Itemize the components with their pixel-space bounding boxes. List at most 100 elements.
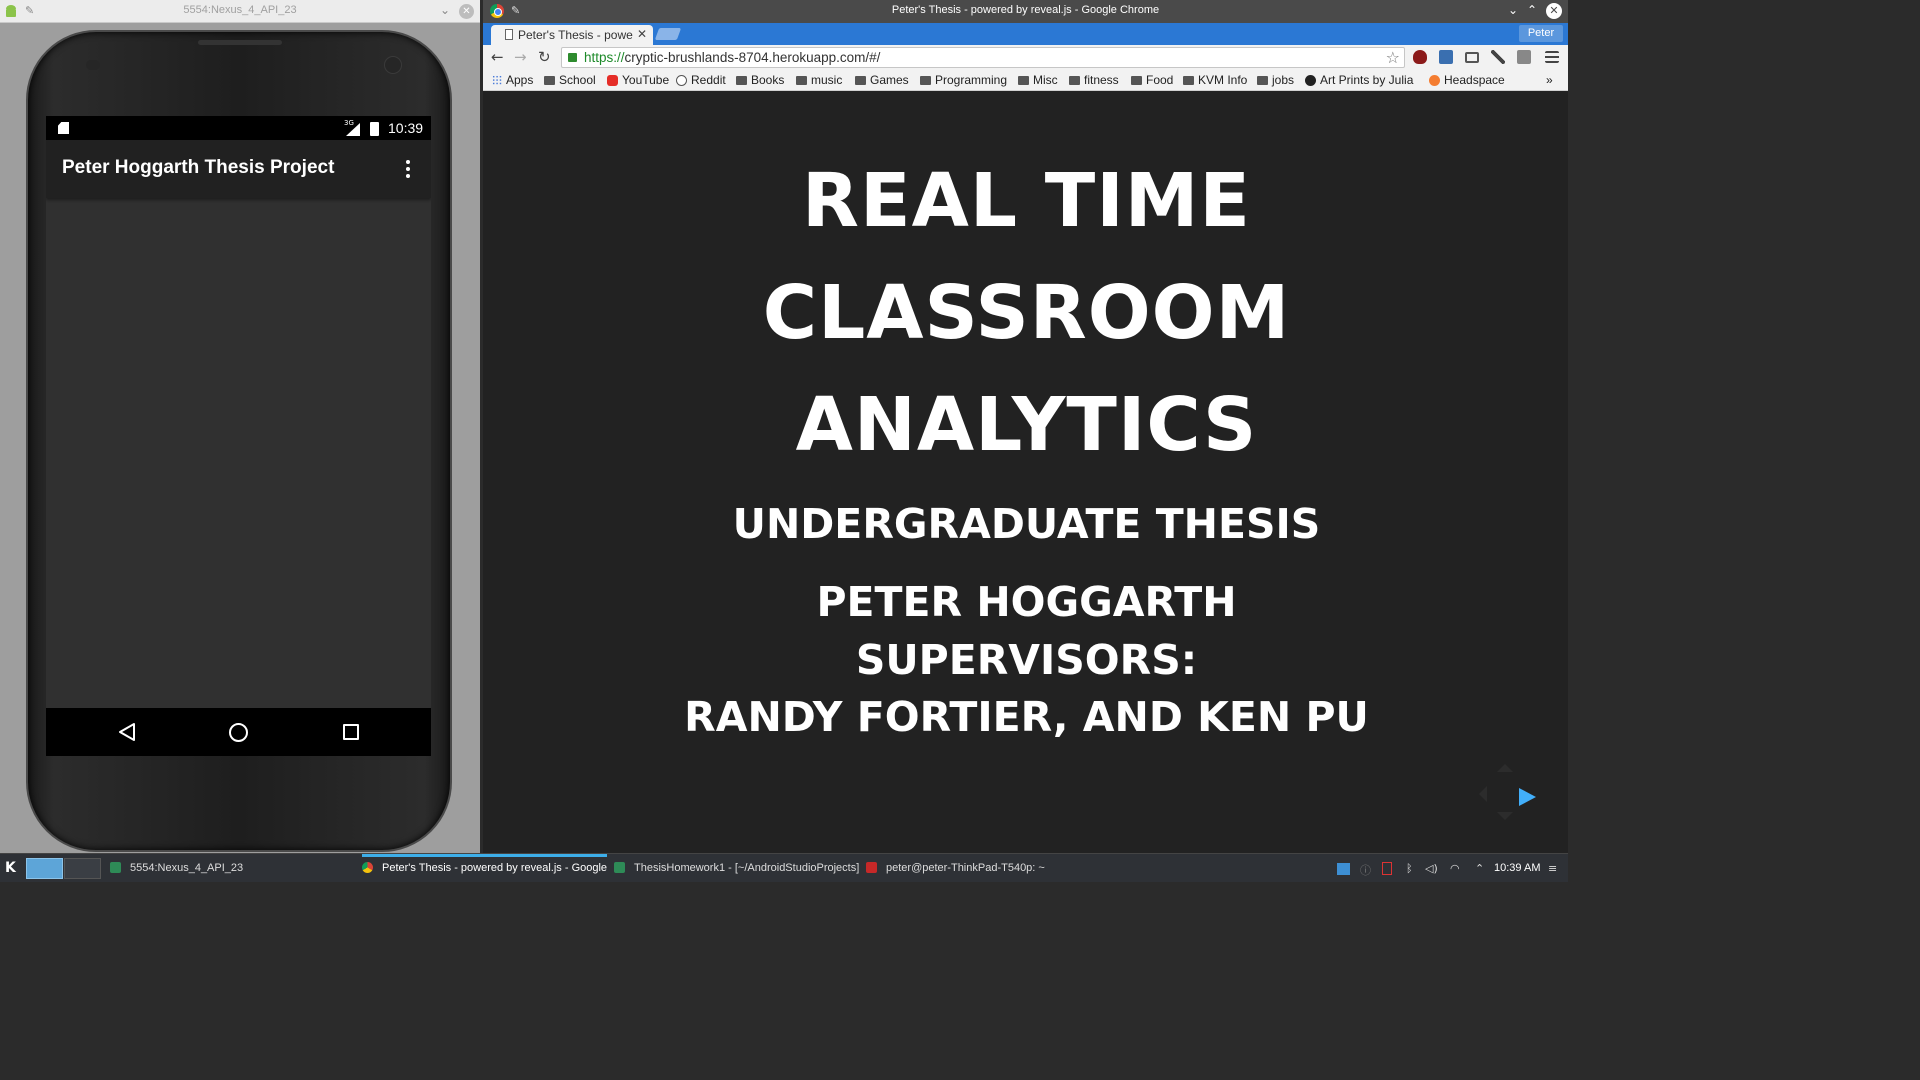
site-icon xyxy=(1305,75,1316,86)
bookmark-jobs[interactable]: jobs xyxy=(1257,73,1294,87)
task-chrome[interactable]: Peter's Thesis - powered by reveal.js - … xyxy=(362,854,607,883)
css-extension-icon[interactable] xyxy=(1517,50,1531,64)
bookmark-label: Games xyxy=(870,73,909,87)
bookmark-school[interactable]: School xyxy=(544,73,596,87)
bookmark-label: Food xyxy=(1146,73,1174,87)
url-text: https://cryptic-brushlands-8704.herokuap… xyxy=(584,50,880,65)
bookmark-food[interactable]: Food xyxy=(1131,73,1173,87)
minimize-icon[interactable]: ⌄ xyxy=(1508,3,1518,17)
virtual-desktop-1[interactable] xyxy=(26,858,63,879)
emulator-close-button[interactable]: ✕ xyxy=(459,4,474,19)
chevron-down-icon[interactable]: ⌄ xyxy=(440,3,450,17)
chrome-window-title: Peter's Thesis - powered by reveal.js - … xyxy=(891,4,1160,16)
task-android-studio[interactable]: ThesisHomework1 - [~/AndroidStudioProjec… xyxy=(614,854,859,883)
phone-sensor xyxy=(86,60,100,70)
bluetooth-icon[interactable]: ᛒ xyxy=(1406,862,1413,875)
left-arrow-icon[interactable] xyxy=(1471,786,1487,802)
back-arrow-icon[interactable]: ← xyxy=(491,48,504,66)
bookmark-games[interactable]: Games xyxy=(855,73,909,87)
overflow-menu-icon[interactable] xyxy=(403,160,413,180)
url-host: cryptic-brushlands-8704.herokuapp.com/#/ xyxy=(624,50,881,65)
tab-close-icon[interactable]: ✕ xyxy=(637,27,647,41)
bookmark-label: music xyxy=(811,73,843,87)
slide-controls xyxy=(1475,762,1536,822)
bookmark-reddit[interactable]: Reddit xyxy=(676,73,726,87)
slide-title-line-2: CLASSROOM xyxy=(762,270,1291,356)
app-title: Peter Hoggarth Thesis Project xyxy=(62,157,335,178)
bookmark-fitness[interactable]: fitness xyxy=(1069,73,1119,87)
lock-icon xyxy=(568,53,577,62)
profile-button[interactable]: Peter xyxy=(1519,25,1563,42)
folder-icon xyxy=(1183,76,1194,85)
bookmark-star-icon[interactable]: ☆ xyxy=(1386,48,1400,67)
eyedropper-icon[interactable] xyxy=(1491,50,1505,64)
youtube-icon xyxy=(607,75,618,86)
emulator-window-title: 5554:Nexus_4_API_23 xyxy=(183,4,297,16)
slide-title-line-1: REAL TIME xyxy=(802,158,1251,244)
slide-supervisors-label: SUPERVISORS: xyxy=(855,636,1198,684)
extension-icon[interactable] xyxy=(1439,50,1453,64)
battery-tray-icon[interactable] xyxy=(1382,862,1392,875)
bookmark-youtube[interactable]: YouTube xyxy=(607,73,669,87)
task-label: ThesisHomework1 - [~/AndroidStudioProjec… xyxy=(634,862,859,874)
tray-expand-icon[interactable]: ⌃ xyxy=(1475,862,1484,875)
phone-screen[interactable]: 3G 10:39 Peter Hoggarth Thesis Project xyxy=(46,116,431,756)
bookmark-label: jobs xyxy=(1272,73,1295,87)
presentation-slide[interactable]: REAL TIME CLASSROOM ANALYTICS UNDERGRADU… xyxy=(485,92,1568,853)
forward-arrow-icon[interactable]: → xyxy=(514,48,527,66)
bookmark-music[interactable]: music xyxy=(796,73,842,87)
new-tab-button[interactable] xyxy=(654,28,682,40)
tab-thesis[interactable]: Peter's Thesis - powered by reveal.js ✕ xyxy=(491,25,653,45)
next-slide-arrow-icon[interactable] xyxy=(1519,788,1536,806)
slide-author: PETER HOGGARTH xyxy=(816,578,1237,626)
reload-icon[interactable]: ↻ xyxy=(538,48,551,66)
ublock-icon[interactable] xyxy=(1413,50,1427,64)
menu-icon[interactable] xyxy=(1545,51,1559,63)
taskbar-menu-icon[interactable]: ≡ xyxy=(1548,862,1557,875)
slide-supervisors: RANDY FORTIER, AND KEN PU xyxy=(684,693,1369,741)
bookmarks-overflow-button[interactable]: » xyxy=(1546,73,1553,87)
terminal-task-icon xyxy=(866,862,877,873)
bookmark-art-prints[interactable]: Art Prints by Julia xyxy=(1305,73,1417,87)
emulator-titlebar[interactable]: ✎ 5554:Nexus_4_API_23 ⌄ ✕ xyxy=(0,0,480,23)
task-emulator[interactable]: 5554:Nexus_4_API_23 xyxy=(110,854,355,883)
bookmark-label: Misc xyxy=(1033,73,1058,87)
bookmark-apps[interactable]: Apps xyxy=(492,73,533,87)
bookmark-programming[interactable]: Programming xyxy=(920,73,1007,87)
battery-icon xyxy=(370,122,379,136)
chrome-titlebar[interactable]: ✎ Peter's Thesis - powered by reveal.js … xyxy=(483,0,1568,23)
bookmark-label: Art Prints by Julia xyxy=(1320,73,1414,87)
chrome-task-icon xyxy=(362,862,373,873)
volume-icon[interactable]: ◁) xyxy=(1425,862,1438,875)
maximize-icon[interactable]: ⌃ xyxy=(1527,3,1537,17)
folder-icon xyxy=(1257,76,1268,85)
bookmark-label: School xyxy=(559,73,596,87)
phone-camera xyxy=(384,56,402,74)
taskbar-clock[interactable]: 10:39 AM xyxy=(1494,862,1540,874)
task-terminal[interactable]: peter@peter-ThinkPad-T540p: ~ xyxy=(866,854,1111,883)
bookmark-books[interactable]: Books xyxy=(736,73,784,87)
bookmark-misc[interactable]: Misc xyxy=(1018,73,1058,87)
chrome-close-button[interactable]: ✕ xyxy=(1546,3,1562,19)
up-arrow-icon[interactable] xyxy=(1497,756,1513,772)
home-icon[interactable] xyxy=(229,723,248,742)
bookmark-label: Apps xyxy=(506,73,534,87)
address-bar[interactable]: https://cryptic-brushlands-8704.herokuap… xyxy=(561,47,1405,68)
emulator-window: ✎ 5554:Nexus_4_API_23 ⌄ ✕ 3G 10:39 Peter… xyxy=(0,0,480,853)
folder-icon xyxy=(855,76,866,85)
back-icon[interactable] xyxy=(118,722,136,742)
recents-icon[interactable] xyxy=(343,724,359,740)
down-arrow-icon[interactable] xyxy=(1497,812,1513,828)
tab-label: Peter's Thesis - powered by reveal.js xyxy=(518,28,633,42)
wifi-icon[interactable]: ◠ xyxy=(1450,862,1460,875)
notes-tray-icon[interactable] xyxy=(1337,863,1350,875)
apps-grid-icon xyxy=(492,75,502,85)
bookmark-headspace[interactable]: Headspace xyxy=(1429,73,1505,87)
bookmark-kvm-info[interactable]: KVM Info xyxy=(1183,73,1247,87)
info-tray-icon[interactable]: ⓘ xyxy=(1360,862,1371,878)
bookmarks-bar: Apps School YouTube Reddit Books music G… xyxy=(483,70,1568,91)
taskbar: K 5554:Nexus_4_API_23 Peter's Thesis - p… xyxy=(0,853,1568,882)
cast-icon[interactable] xyxy=(1465,52,1479,63)
kde-launcher-icon[interactable]: K xyxy=(5,860,16,876)
virtual-desktop-2[interactable] xyxy=(64,858,101,879)
